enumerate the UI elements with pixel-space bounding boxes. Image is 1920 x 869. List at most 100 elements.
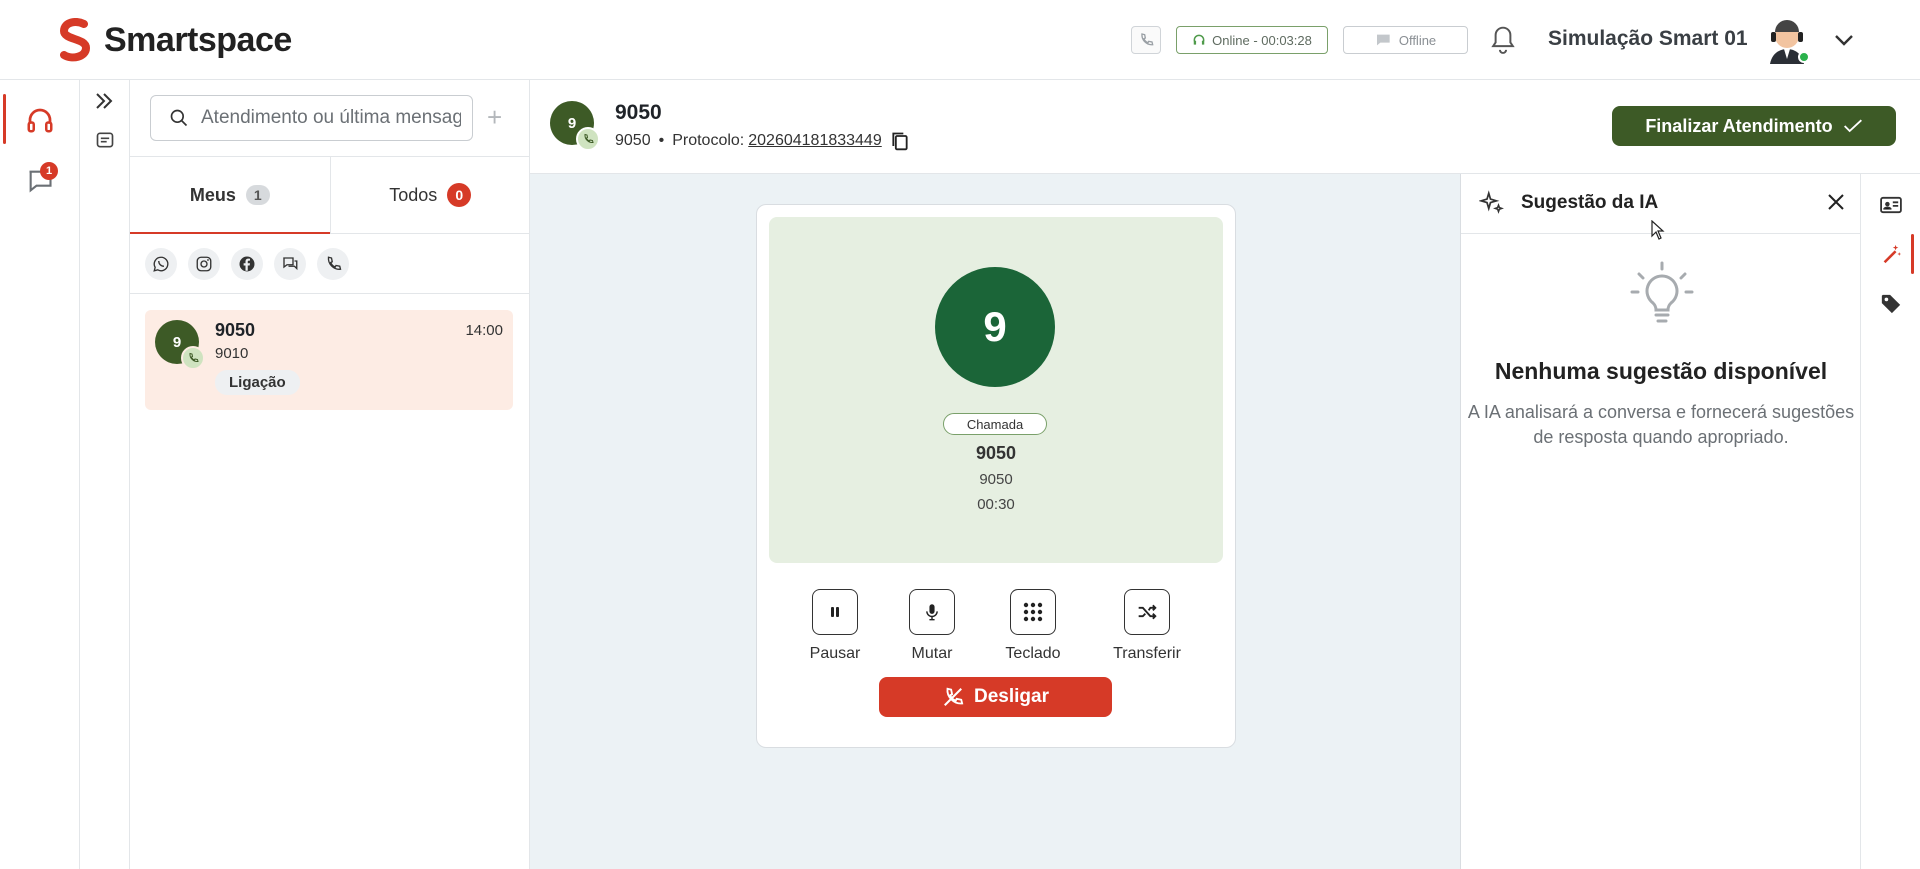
conversation-time: 14:00 <box>465 322 503 339</box>
pause-label: Pausar <box>809 645 861 662</box>
ai-suggestion-panel: Sugestão da IA Nenhuma sugestão disponív… <box>1460 174 1861 869</box>
chat-header: 9 9050 9050 • Protocolo: 202604181833449… <box>530 80 1920 174</box>
tab-label: Todos <box>389 184 438 205</box>
empty-state-text: A IA analisará a conversa e fornecerá su… <box>1467 402 1855 447</box>
call-status-badge: Chamada <box>943 413 1047 435</box>
phone-icon <box>1141 33 1154 46</box>
caller-avatar: 9 <box>935 267 1055 387</box>
contact-title: 9050 <box>615 101 662 124</box>
facebook-filter[interactable] <box>231 248 263 280</box>
search-icon <box>170 109 188 127</box>
protocol-number[interactable]: 202604181833449 <box>748 132 881 150</box>
transfer-control[interactable]: Transferir <box>1097 589 1197 663</box>
left-rail: 1 <box>0 80 80 869</box>
tag-icon <box>1881 294 1901 314</box>
conversation-tabs: Meus 1 Todos 0 <box>130 156 530 234</box>
finalize-attendance-button[interactable]: Finalizar Atendimento <box>1612 106 1896 146</box>
status-offline-label: Offline <box>1398 32 1437 48</box>
phone-button[interactable] <box>1131 26 1161 54</box>
conversation-list-panel: + Meus 1 Todos 0 9 9050 <box>130 80 530 869</box>
id-card-icon <box>1880 196 1902 214</box>
protocol-label: Protocolo: <box>672 132 745 149</box>
finalize-label: Finalizar Atendimento <box>1645 115 1833 136</box>
tags-button[interactable] <box>1861 279 1920 329</box>
tab-meus[interactable]: Meus 1 <box>130 157 331 234</box>
status-online-button[interactable]: Online - 00:03:28 <box>1176 26 1328 54</box>
chevron-down-icon[interactable] <box>1832 28 1856 52</box>
status-offline-button[interactable]: Offline <box>1343 26 1468 54</box>
instagram-icon <box>196 256 212 272</box>
chat-bubble-icon <box>1376 34 1390 46</box>
phone-icon <box>189 352 199 363</box>
pause-button[interactable] <box>812 589 858 635</box>
contact-card-button[interactable] <box>1861 180 1920 230</box>
keypad-button[interactable] <box>1010 589 1056 635</box>
copy-icon[interactable] <box>890 130 910 152</box>
search-input[interactable] <box>201 107 461 129</box>
status-online-label: Online - 00:03:28 <box>1212 32 1312 48</box>
ai-panel-title: Sugestão da IA <box>1521 192 1659 213</box>
divider <box>130 293 530 294</box>
mute-button[interactable] <box>909 589 955 635</box>
pause-icon <box>831 607 839 617</box>
conversation-name: 9050 <box>215 320 256 340</box>
call-timer: 00:30 <box>977 496 1015 513</box>
secondary-rail <box>80 80 130 869</box>
separator: • <box>658 132 665 149</box>
keypad-label: Teclado <box>1005 645 1061 662</box>
shuffle-icon <box>1138 604 1157 620</box>
whatsapp-filter[interactable] <box>145 248 177 280</box>
rail-item-chats[interactable] <box>0 153 80 209</box>
user-name[interactable]: Simulação Smart 01 <box>1548 27 1748 51</box>
tab-label: Meus <box>189 184 236 205</box>
instagram-filter[interactable] <box>188 248 220 280</box>
facebook-icon <box>239 256 255 272</box>
mute-control[interactable]: Mutar <box>882 589 982 663</box>
transfer-label: Transferir <box>1113 645 1181 662</box>
call-area: 9 Chamada 9050 9050 00:30 Pausar Mutar T… <box>530 174 1460 869</box>
conversation-subtitle: 9010 <box>215 345 249 362</box>
pause-control[interactable]: Pausar <box>785 589 885 663</box>
call-card: 9 Chamada 9050 9050 00:30 Pausar Mutar T… <box>756 204 1236 748</box>
rail-item-attendance[interactable] <box>0 92 80 148</box>
phone-icon <box>327 256 342 270</box>
search-box[interactable] <box>150 95 473 141</box>
notes-button[interactable] <box>95 130 115 150</box>
transfer-button[interactable] <box>1124 589 1170 635</box>
tab-count: 1 <box>245 185 270 205</box>
caller-name: 9050 <box>975 443 1017 463</box>
mic-icon <box>926 604 938 621</box>
headset-icon <box>1193 34 1205 45</box>
hangup-label: Desligar <box>974 686 1049 707</box>
right-rail <box>1860 174 1920 869</box>
call-channel-badge <box>576 127 600 151</box>
keypad-control[interactable]: Teclado <box>983 589 1083 663</box>
ai-panel-header: Sugestão da IA <box>1461 174 1861 240</box>
chat-badge: 1 <box>40 162 58 180</box>
mute-label: Mutar <box>911 645 953 662</box>
tab-count: 0 <box>447 183 472 207</box>
call-channel-badge <box>181 346 205 370</box>
mouse-cursor-icon <box>1651 220 1665 240</box>
empty-state-title: Nenhuma sugestão disponível <box>1494 358 1828 384</box>
conversation-tag: Ligação <box>215 370 300 395</box>
bell-icon <box>1491 26 1515 54</box>
rail-active-indicator <box>3 94 6 144</box>
chat-icon <box>283 257 298 271</box>
sparkle-icon <box>1479 190 1504 214</box>
hangup-button[interactable]: Desligar <box>879 677 1112 717</box>
check-icon <box>1843 119 1862 133</box>
user-avatar[interactable] <box>1762 14 1812 64</box>
tab-todos[interactable]: Todos 0 <box>331 157 531 233</box>
phone-filter[interactable] <box>317 248 349 280</box>
headset-icon <box>27 108 53 133</box>
close-icon[interactable] <box>1826 192 1846 212</box>
phone-off-icon <box>944 687 964 706</box>
list-item[interactable]: 9 9050 14:00 9010 Ligação <box>145 310 513 410</box>
new-conversation-button[interactable]: + <box>487 102 502 133</box>
expand-button[interactable] <box>92 90 116 112</box>
app-logo[interactable]: Smartspace <box>58 18 292 62</box>
notifications-button[interactable] <box>1488 24 1518 56</box>
double-chevron-right-icon <box>96 93 113 109</box>
chat-filter[interactable] <box>274 248 306 280</box>
